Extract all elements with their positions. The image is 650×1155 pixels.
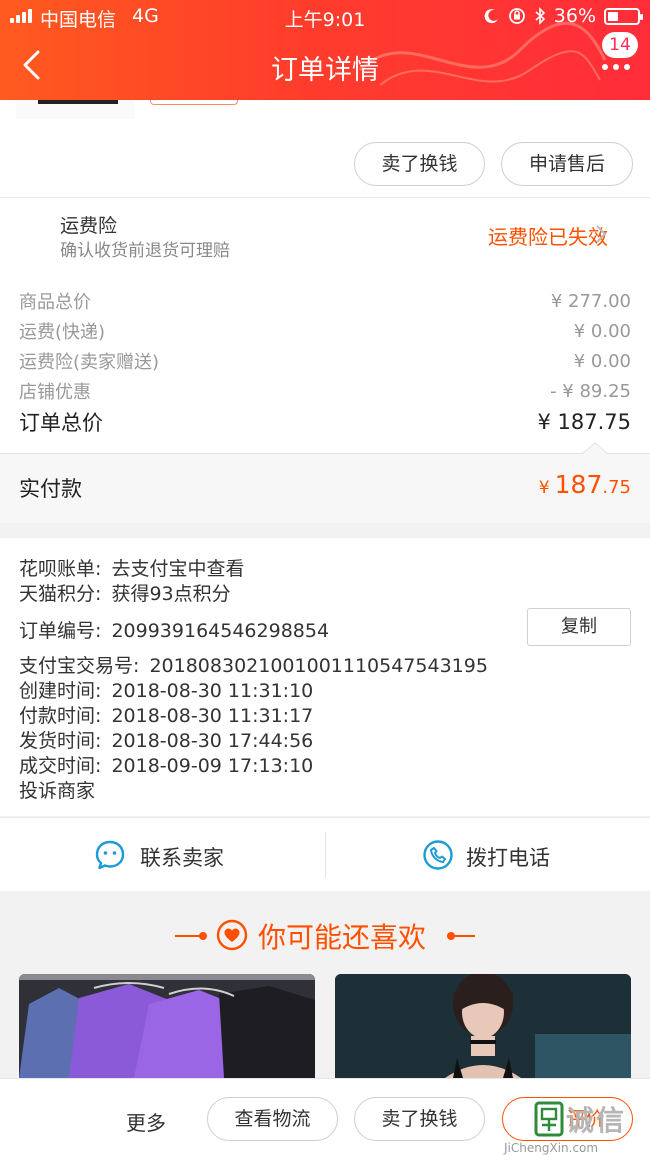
recommend-item-1[interactable] [19,974,315,1078]
complain-seller-link[interactable]: 投诉商家 [19,776,95,803]
chevron-right-icon [596,225,607,243]
contact-seller-button[interactable]: 联系卖家 [0,818,325,892]
price-section: 运费险 确认收货前退货可理赔 运费险已失效 商品总价 ¥ 277.00 运费(快… [0,198,650,454]
watermark-logo: 诚信 JiChengXin.com [504,1101,648,1155]
insurance-title: 运费险 [60,215,118,237]
pointer-triangle [582,442,608,455]
paid-currency: ¥ [538,478,550,498]
product-card: 卖了换钱 申请售后 [0,100,650,197]
price-row-goods: 商品总价 ¥ 277.00 [19,290,631,314]
recommend-title: 你可能还喜欢 [258,921,427,954]
after-sale-button[interactable]: 申请售后 [501,142,633,186]
huabei-link[interactable]: 去支付宝中查看 [111,558,244,580]
huabei-line: 花呗账单: 去支付宝中查看 [19,558,245,580]
status-bar: 中国电信 4G 上午9:01 36% [0,0,650,34]
order-total-amount: ¥ 187.75 [537,410,631,434]
watermark-url: JiChengXin.com [504,1141,599,1155]
phone-icon [423,840,453,870]
bluetooth-icon [535,7,545,25]
watermark-seal-icon [534,1101,564,1137]
order-total-row: 订单总价 ¥ 187.75 [19,407,631,437]
left-ornament-dot [199,932,207,940]
watermark-text: 诚信 [566,1104,627,1137]
paid-integer: 187 [554,470,603,499]
recommend-header: 你可能还喜欢 [0,910,650,960]
call-phone-button[interactable]: 拨打电话 [326,818,650,892]
bottom-action-bar: 更多 查看物流 卖了换钱 评价 诚信 JiChengXin.com [0,1078,650,1155]
order-number: 2099391645462988​54 [111,620,330,642]
product-thumbnail[interactable] [16,100,135,119]
paid-amount: ¥ 187.75 [539,470,631,499]
price-row-discount: 店铺优惠 - ¥ 89.25 [19,380,631,404]
sell-for-cash-button[interactable]: 卖了换钱 [354,142,485,186]
order-info-section: 花呗账单: 去支付宝中查看 天猫积分: 获得93点积分 订单编号: 209939… [0,538,650,816]
order-total-label: 订单总价 [19,411,103,435]
insurance-desc: 确认收货前退货可理赔 [60,241,230,261]
paid-label: 实付款 [19,477,82,501]
right-ornament [447,935,475,937]
shipped-time-line: 发货时间: 2018-08-30 17:44:56 [19,730,314,752]
top-header: 中国电信 4G 上午9:01 36% 订单详情 14 [0,0,650,100]
sell-for-cash-bottom-button[interactable]: 卖了换钱 [354,1097,485,1141]
order-number-line: 订单编号: 2099391645462988​54 [19,620,330,642]
page-title: 订单详情 [271,55,379,86]
paid-time-line: 付款时间: 2018-08-30 11:31:17 [19,705,314,727]
alipay-line: 支付宝交易号: 2018083021001001110547543195 [19,655,488,677]
copy-button[interactable]: 复制 [527,608,631,646]
chat-bubble-icon [95,840,125,870]
created-time-line: 创建时间: 2018-08-30 11:31:10 [19,680,314,702]
battery-icon [604,7,643,25]
alipay-number: 2018083021001001110547543195 [149,655,488,677]
price-row-shipping: 运费(快递) ¥ 0.00 [19,320,631,344]
contact-bar: 联系卖家 拨打电话 [0,817,650,891]
view-logistics-button[interactable]: 查看物流 [207,1097,338,1141]
more-button[interactable]: 更多 [126,1107,166,1136]
more-menu-icon[interactable] [596,60,636,74]
message-count-badge: 14 [602,32,638,58]
recommend-item-2[interactable] [335,974,631,1078]
product-image-portrait [335,974,631,1078]
product-tag [150,100,238,105]
heart-icon [216,919,248,951]
moon-icon [484,9,498,24]
battery-percent: 36% [553,5,596,27]
call-phone-label: 拨打电话 [466,846,550,870]
insurance-status: 运费险已失效 [488,225,608,249]
price-row-insurance: 运费险(卖家赠送) ¥ 0.00 [19,350,631,374]
paid-decimal: .75 [602,477,631,498]
closed-time-line: 成交时间: 2018-09-09 17:13:10 [19,755,314,777]
insurance-status-link[interactable]: 运费险已失效 [488,221,608,250]
points-line: 天猫积分: 获得93点积分 [19,583,231,605]
status-right: 36% [484,5,643,27]
product-image-jackets [19,974,315,1078]
rotation-lock-icon [508,8,525,24]
contact-seller-label: 联系卖家 [140,846,224,870]
